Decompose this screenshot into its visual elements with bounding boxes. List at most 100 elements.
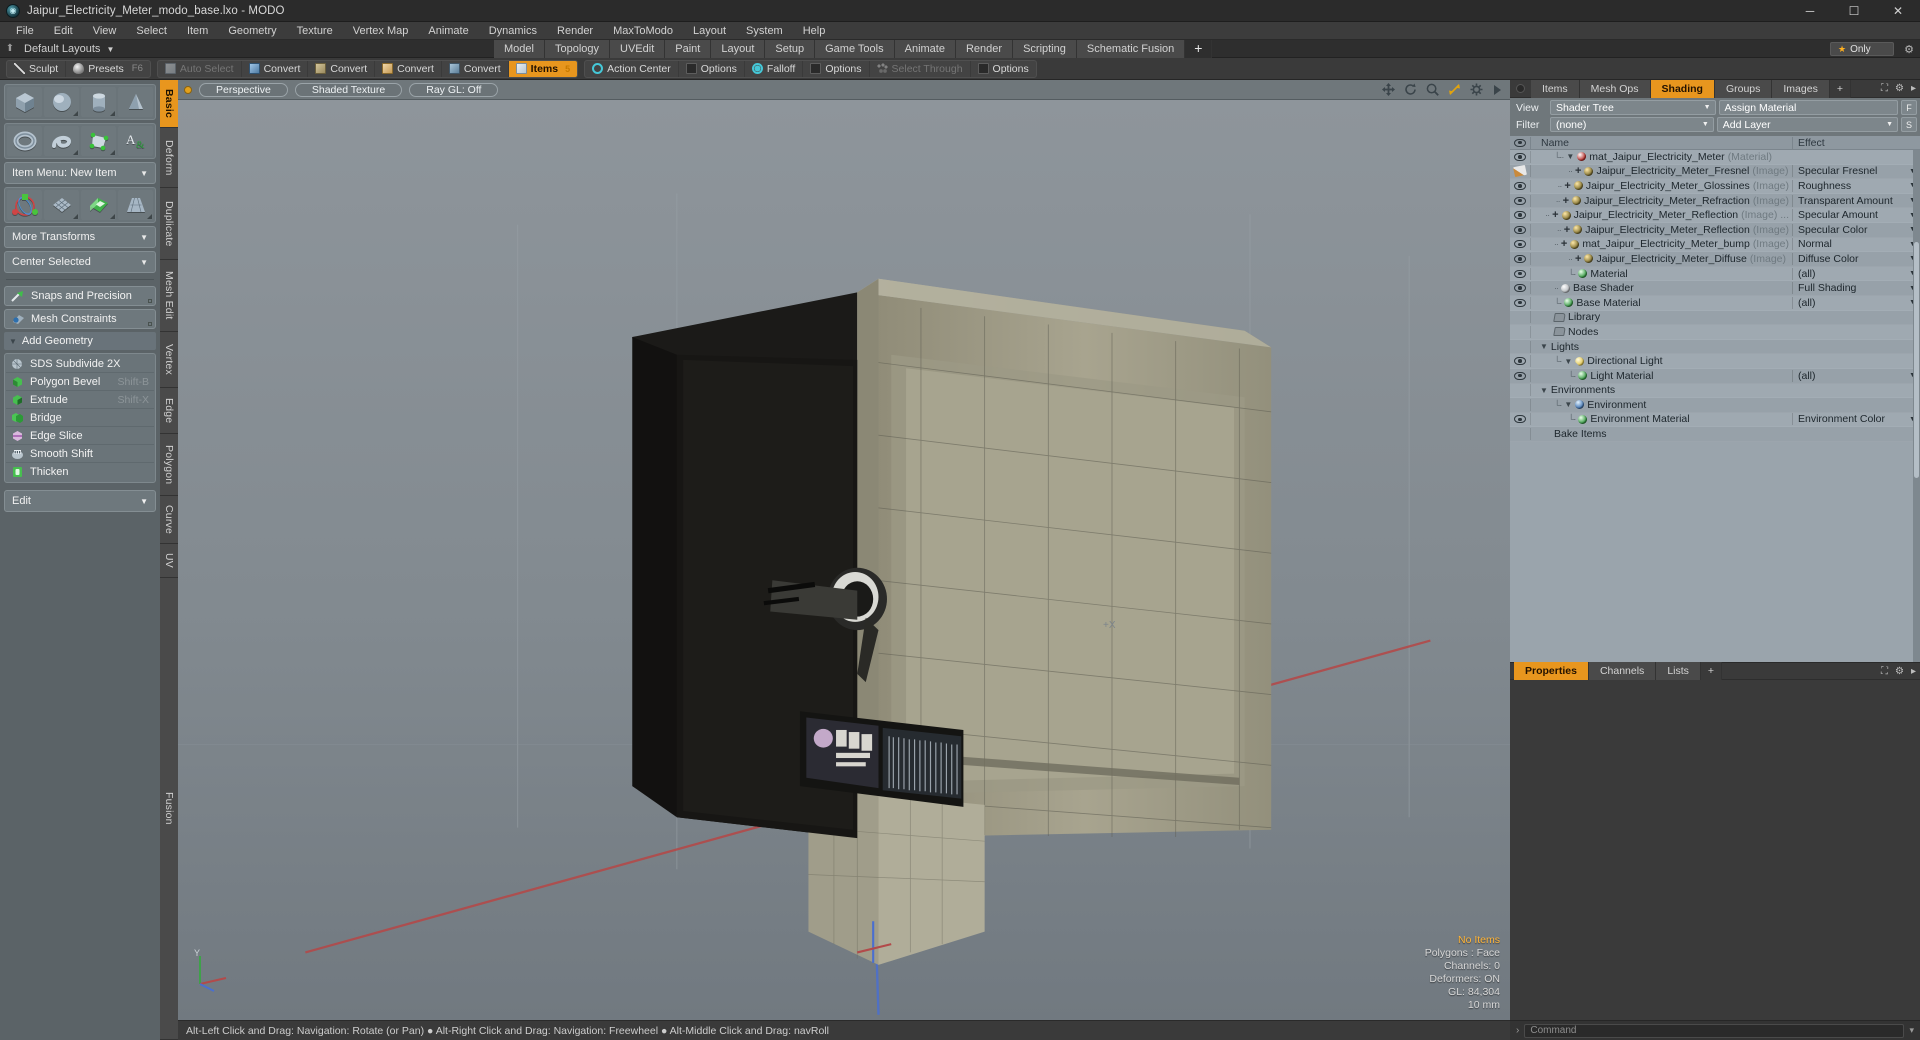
pin-icon[interactable]: ⬆ [0,43,20,54]
eye-icon[interactable] [1510,284,1530,293]
layout-tab-scripting[interactable]: Scripting [1013,40,1077,58]
shader-tree-row[interactable]: Nodes [1510,325,1920,340]
vtab-vertex[interactable]: Vertex [160,332,178,389]
spiral-primitive-button[interactable] [44,126,79,156]
gear-icon[interactable]: ⚙ [1895,83,1904,94]
edit-dropdown[interactable]: Edit ▼ [4,490,156,512]
menu-item-maxtomodo[interactable]: MaxToModo [603,22,683,40]
menu-item-item[interactable]: Item [177,22,218,40]
shader-tree-row[interactable]: ▼ Lights [1510,339,1920,355]
view-select[interactable]: Shader Tree ▼ [1550,100,1716,115]
text-primitive-button[interactable]: A & [118,126,153,156]
add-properties-tab-button[interactable]: + [1700,662,1723,680]
tab-shading[interactable]: Shading [1650,79,1715,98]
falloff-button[interactable]: Falloff [745,60,804,77]
layout-tab-animate[interactable]: Animate [894,40,956,58]
torus-primitive-button[interactable] [7,126,42,156]
select-through-options-button[interactable]: Options [971,61,1036,77]
rotate-icon[interactable] [1404,83,1417,96]
shader-tree-row[interactable]: └·Environment MaterialEnvironment Color▼ [1510,412,1920,428]
taper-mesh-button[interactable] [118,190,153,220]
checker-mesh-button[interactable] [81,190,116,220]
zoom-icon[interactable] [1426,83,1439,96]
gear-icon[interactable]: ⚙ [1904,43,1914,56]
shader-tree-row-effect[interactable]: Diffuse Color▼ [1792,252,1920,265]
thicken-button[interactable]: Thicken [6,463,154,481]
filter-select[interactable]: (none) ▼ [1550,117,1714,132]
eye-icon[interactable] [1510,240,1530,249]
shader-tree-row-effect[interactable]: Environment Color▼ [1792,413,1920,426]
smooth-shift-button[interactable]: Smooth Shift [6,445,154,463]
vtab-uv[interactable]: UV [160,544,178,579]
layout-tab-model[interactable]: Model [494,40,545,58]
grid-mesh-button[interactable] [44,190,79,220]
shader-tree-row[interactable]: ·· + Jaipur_Electricity_Meter_Reflection (I… [1510,208,1920,223]
tab-groups[interactable]: Groups [1714,79,1773,98]
shader-tree-row[interactable]: ·· + Jaipur_Electricity_Meter_Reflection (I… [1510,222,1920,238]
shader-tree-row[interactable]: ·· + Jaipur_Electricity_Meter_Glossines (Im… [1510,179,1920,194]
facet-primitive-button[interactable] [81,126,116,156]
shader-tree-row-effect[interactable]: Full Shading▼ [1792,282,1920,295]
more-transforms-dropdown[interactable]: More Transforms ▼ [4,226,156,248]
assign-material-flag-button[interactable]: F [1901,100,1918,115]
auto-select-button[interactable]: Auto Select [158,60,242,77]
action-center-button[interactable]: Action Center [585,60,679,77]
close-button[interactable]: ✕ [1876,0,1920,22]
menu-item-file[interactable]: File [6,22,44,40]
gear-icon[interactable] [1470,83,1483,96]
shader-tree-row[interactable]: ▼ Environments [1510,383,1920,399]
edge-slice-button[interactable]: Edge Slice [6,427,154,445]
shader-tree-row-effect[interactable]: Specular Amount▼ [1792,209,1920,222]
eye-icon[interactable] [1510,415,1530,424]
shader-tree-row[interactable]: ·· + mat_Jaipur_Electricity_Meter_bump (Ima… [1510,237,1920,253]
maximize-button[interactable]: ☐ [1832,0,1876,22]
vtab-deform[interactable]: Deform [160,128,178,189]
cylinder-primitive-button[interactable] [81,87,116,117]
command-input[interactable]: Command [1524,1023,1905,1038]
cube-primitive-button[interactable] [7,87,42,117]
convert-edge-button[interactable]: Convert [308,60,376,77]
shader-tree-row[interactable]: └· ▼ Environment [1510,398,1920,413]
menu-item-select[interactable]: Select [126,22,177,40]
shader-tree-row[interactable]: Bake Items [1510,427,1920,442]
vtab-fusion[interactable]: Fusion [160,578,178,1040]
shader-tree-row-effect[interactable]: (all)▼ [1792,369,1920,382]
shader-tree-row-effect[interactable]: (all)▼ [1792,296,1920,309]
polygon-bevel-button[interactable]: Polygon Bevel Shift-B [6,373,154,391]
add-geometry-section-header[interactable]: ▼ Add Geometry [4,332,156,350]
shader-tree-row-effect[interactable]: Normal▼ [1792,238,1920,251]
vtab-edge[interactable]: Edge [160,388,178,435]
eye-icon[interactable] [1510,196,1530,205]
sds-subdivide-button[interactable]: SDS Subdivide 2X [6,355,154,373]
menu-item-layout[interactable]: Layout [683,22,736,40]
eye-icon[interactable] [1510,152,1530,161]
move-icon[interactable] [1382,83,1395,96]
shader-tree-row[interactable]: ·· + Jaipur_Electricity_Meter_Diffuse (Imag… [1510,252,1920,267]
chevron-right-icon[interactable]: ▸ [1911,83,1916,94]
layout-tab-render[interactable]: Render [955,40,1014,58]
only-toggle[interactable]: ★ Only [1830,42,1894,56]
shader-tree-row-effect[interactable]: Transparent Amount▼ [1792,194,1920,207]
tab-mesh-ops[interactable]: Mesh Ops [1579,79,1651,98]
convert-polygon-button[interactable]: Convert [375,60,442,77]
menu-item-render[interactable]: Render [547,22,603,40]
viewport-raygl-button[interactable]: Ray GL: Off [409,82,499,97]
presets-button[interactable]: Presets F6 [66,61,150,77]
add-layout-tab-button[interactable]: + [1185,40,1213,58]
expand-icon[interactable]: ⛶ [1881,666,1888,677]
shader-tree-row[interactable]: Library [1510,310,1920,326]
convert-material-button[interactable]: Convert [442,60,509,77]
minimize-button[interactable]: ─ [1788,0,1832,22]
assign-material-button[interactable]: Assign Material [1718,100,1899,115]
gear-icon[interactable]: ⚙ [1895,666,1904,677]
shader-tree-row[interactable]: ·· + Jaipur_Electricity_Meter_Refraction (I… [1510,193,1920,209]
eye-icon[interactable] [1510,211,1530,220]
menu-item-help[interactable]: Help [793,22,836,40]
eye-icon[interactable] [1510,254,1530,263]
shader-tree[interactable]: Name Effect └·· ▼ mat_Jaipur_Electricity_M… [1510,136,1920,662]
shader-tree-row-effect[interactable]: Specular Fresnel▼ [1792,165,1920,178]
chevron-right-icon[interactable]: ▸ [1911,666,1916,677]
play-icon[interactable] [1492,84,1502,96]
falloff-options-button[interactable]: Options [803,60,870,77]
default-layouts-dropdown[interactable]: Default Layouts ▼ [20,43,114,55]
